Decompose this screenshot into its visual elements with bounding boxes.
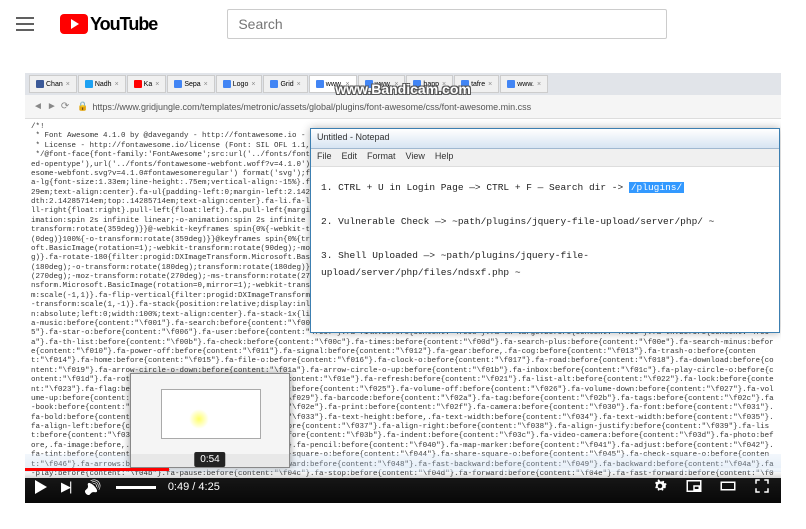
browser-tab: Ka × [127,75,167,93]
logo-text: YouTube [90,14,157,35]
notepad-line3: 3. Shell Uploaded —> ~path/plugins/jquer… [321,247,769,281]
bandicam-watermark: www.Bandicam.com [335,81,471,97]
settings-icon[interactable] [651,477,669,498]
notepad-line2b: ~path/plugins/jquery-file-upload/server/… [452,216,714,227]
thumbnail-time: 0:54 [194,452,225,467]
video-player: Chan ×Nadh ×Ka ×Sepa ×Logo ×Grid × www. ×… [25,73,781,503]
player-controls: 0:49 / 4:25 [25,471,781,503]
browser-tab: Logo × [216,75,263,93]
notepad-menu-item: Edit [342,151,358,161]
notepad-menu-item: Help [435,151,454,161]
video-frame[interactable]: Chan ×Nadh ×Ka ×Sepa ×Logo ×Grid × www. ×… [25,73,781,478]
browser-tab: Sepa × [167,75,214,93]
notepad-line1: 1. CTRL + U in Login Page —> CTRL + F — … [321,182,629,193]
reload-icon: ⟳ [61,101,69,112]
notepad-content: 1. CTRL + U in Login Page —> CTRL + F — … [311,167,779,294]
play-logo-icon [60,14,88,34]
notepad-highlight: /plugins/ [629,182,684,193]
notepad-window: Untitled - Notepad File Edit Format View Hel… [310,128,780,333]
back-icon: ◄ [33,101,43,112]
notepad-titlebar: Untitled - Notepad [311,129,779,149]
notepad-menu-item: Format [367,151,396,161]
play-button[interactable] [35,480,47,494]
search-box [227,9,667,39]
notepad-menubar: File Edit Format View Help [311,149,779,167]
forward-icon: ► [47,101,57,112]
search-input[interactable] [227,9,667,39]
browser-url-bar: ◄ ► ⟳ 🔒 https://www.gridjungle.com/templ… [25,95,781,119]
browser-tab: Grid × [263,75,307,93]
fullscreen-icon[interactable] [753,477,771,498]
miniplayer-icon[interactable] [685,477,703,498]
lock-icon: 🔒 [77,101,88,112]
hamburger-menu-icon[interactable] [16,12,40,36]
browser-tab: Nadh × [78,75,126,93]
volume-slider[interactable] [116,486,156,489]
youtube-logo[interactable]: YouTube [60,14,157,35]
browser-tab: www. × [500,75,548,93]
seek-thumbnail: 0:54 [130,373,290,468]
time-display: 0:49 / 4:25 [168,481,220,493]
notepad-menu-item: File [317,151,332,161]
youtube-header: YouTube [0,0,806,48]
theater-icon[interactable] [719,477,737,498]
notepad-menu-item: View [406,151,425,161]
notepad-line2a: 2. Vulnerable Check —> [321,216,452,227]
next-button[interactable] [61,479,70,495]
volume-icon[interactable] [84,479,101,496]
browser-tab: Chan × [29,75,77,93]
url-text: https://www.gridjungle.com/templates/met… [92,102,531,112]
